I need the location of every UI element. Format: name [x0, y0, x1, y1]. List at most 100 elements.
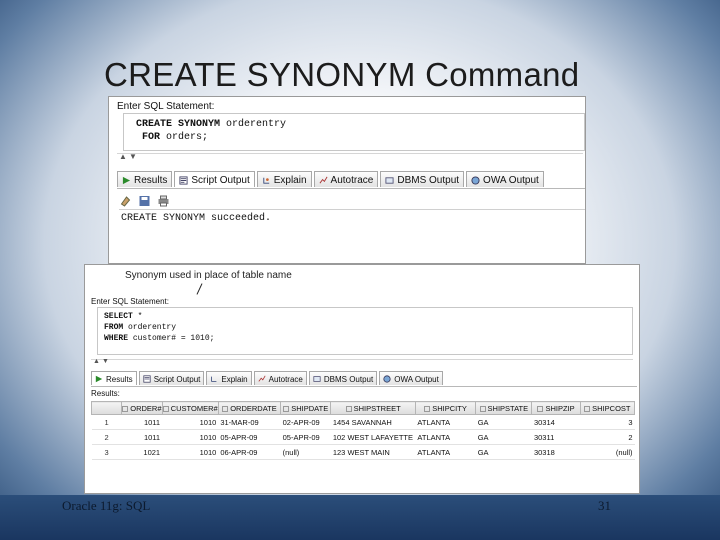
dbms-icon — [313, 375, 321, 383]
cell-shipzip[interactable]: 30311 — [532, 430, 580, 445]
print-icon[interactable] — [157, 195, 170, 207]
cell-shipdate[interactable]: 02-APR-09 — [281, 415, 331, 430]
cell-shipzip[interactable]: 30314 — [532, 415, 580, 430]
collapse-up-icon[interactable]: ▲ — [119, 152, 127, 161]
cell-customer[interactable]: 1010 — [162, 430, 218, 445]
sort-icon — [222, 406, 228, 412]
cell-shipcity[interactable]: ATLANTA — [415, 415, 475, 430]
cell-shipstate[interactable]: GA — [476, 445, 532, 460]
script-icon — [143, 375, 151, 383]
script-icon — [179, 176, 188, 185]
cell-orderdate[interactable]: 31-MAR-09 — [218, 415, 280, 430]
tab-owa-output[interactable]: OWA Output — [466, 171, 544, 187]
cell-shipdate[interactable]: (null) — [281, 445, 331, 460]
play-icon — [95, 375, 103, 383]
column-header[interactable]: SHIPZIP — [532, 402, 580, 415]
sort-icon — [537, 406, 543, 412]
cell-customer[interactable]: 1010 — [162, 445, 218, 460]
cell-shipstreet[interactable]: 123 WEST MAIN — [331, 445, 416, 460]
cell-orderdate[interactable]: 06-APR-09 — [218, 445, 280, 460]
save-icon[interactable] — [138, 195, 151, 207]
column-header[interactable]: SHIPSTREET — [331, 402, 416, 415]
tab-autotrace[interactable]: Autotrace — [254, 371, 307, 385]
collapse-up-icon[interactable]: ▲ — [93, 358, 100, 365]
cell-shipstreet[interactable]: 1454 SAVANNAH — [331, 415, 416, 430]
sort-icon — [424, 406, 430, 412]
results-label: Results: — [91, 389, 120, 398]
output-tabs: Results Script Output Explain Autotrace … — [117, 171, 585, 189]
table-row[interactable]: 1 1011 1010 31-MAR-09 02-APR-09 1454 SAV… — [92, 415, 635, 430]
select-synonym-screenshot: Synonym used in place of table name Ente… — [84, 264, 640, 494]
callout-pointer — [197, 283, 203, 294]
sql-editor[interactable]: CREATE SYNONYM orderentry FOR orders; — [123, 113, 585, 151]
splitter-bar[interactable]: ▲ ▼ — [91, 359, 633, 367]
cell-shipcost[interactable]: 2 — [580, 430, 634, 445]
tab-owa-output[interactable]: OWA Output — [379, 371, 443, 385]
tab-dbms-output[interactable]: DBMS Output — [380, 171, 464, 187]
slide-title: CREATE SYNONYM Command — [104, 56, 579, 94]
cell-shipcost[interactable]: (null) — [580, 445, 634, 460]
column-header[interactable]: SHIPDATE — [281, 402, 331, 415]
tab-results[interactable]: Results — [91, 371, 137, 385]
column-header[interactable]: CUSTOMER# — [162, 402, 218, 415]
cell-order[interactable]: 1011 — [122, 430, 162, 445]
table-row[interactable]: 2 1011 1010 05-APR-09 05-APR-09 102 WEST… — [92, 430, 635, 445]
tab-results[interactable]: Results — [117, 171, 172, 187]
cell-shipstreet[interactable]: 102 WEST LAFAYETTE — [331, 430, 416, 445]
sort-icon — [346, 406, 352, 412]
script-output-text: CREATE SYNONYM succeeded. — [119, 211, 585, 224]
column-header[interactable]: SHIPSTATE — [476, 402, 532, 415]
autotrace-icon — [258, 375, 266, 383]
table-row[interactable]: 3 1021 1010 06-APR-09 (null) 123 WEST MA… — [92, 445, 635, 460]
cell-shipstate[interactable]: GA — [476, 415, 532, 430]
cell-shipcity[interactable]: ATLANTA — [415, 445, 475, 460]
tab-explain[interactable]: Explain — [257, 171, 312, 187]
sort-icon — [283, 406, 289, 412]
cell-orderdate[interactable]: 05-APR-09 — [218, 430, 280, 445]
tab-dbms-output[interactable]: DBMS Output — [309, 371, 377, 385]
tab-script-output[interactable]: Script Output — [174, 171, 254, 187]
cell-order[interactable]: 1011 — [122, 415, 162, 430]
code-line: CREATE SYNONYM orderentry — [130, 118, 584, 131]
sort-icon — [584, 406, 590, 412]
create-synonym-screenshot: Enter SQL Statement: CREATE SYNONYM orde… — [108, 96, 586, 264]
footer-course-label: Oracle 11g: SQL — [62, 498, 150, 514]
sort-icon — [480, 406, 486, 412]
cell-shipdate[interactable]: 05-APR-09 — [281, 430, 331, 445]
sort-icon — [122, 406, 128, 412]
owa-icon — [383, 375, 391, 383]
tab-autotrace[interactable]: Autotrace — [314, 171, 379, 187]
column-header[interactable]: SHIPCOST — [580, 402, 634, 415]
code-line: FOR orders; — [130, 131, 584, 144]
cell-order[interactable]: 1021 — [122, 445, 162, 460]
output-tabs: Results Script Output Explain Autotrace … — [91, 371, 637, 387]
cell-shipcity[interactable]: ATLANTA — [415, 430, 475, 445]
sql-editor[interactable]: SELECT * FROM orderentry WHERE customer#… — [97, 307, 633, 355]
output-toolbar — [119, 192, 585, 210]
code-line: WHERE customer# = 1010; — [104, 333, 632, 344]
synonym-callout: Synonym used in place of table name — [125, 270, 292, 281]
column-header[interactable]: ORDER# — [122, 402, 162, 415]
grid-header-row: ORDER# CUSTOMER# ORDERDATE SHIPDATE SHIP… — [92, 402, 635, 415]
statement-label: Enter SQL Statement: — [91, 297, 169, 306]
cell-shipstate[interactable]: GA — [476, 430, 532, 445]
results-grid: ORDER# CUSTOMER# ORDERDATE SHIPDATE SHIP… — [91, 401, 635, 460]
explain-icon — [262, 176, 271, 185]
expand-down-icon[interactable]: ▼ — [102, 358, 109, 365]
cell-shipcost[interactable]: 3 — [580, 415, 634, 430]
column-header[interactable]: ORDERDATE — [218, 402, 280, 415]
row-number: 3 — [92, 445, 122, 460]
splitter-bar[interactable]: ▲ ▼ — [117, 153, 583, 163]
row-number: 2 — [92, 430, 122, 445]
eraser-icon[interactable] — [119, 195, 132, 207]
expand-down-icon[interactable]: ▼ — [129, 152, 137, 161]
statement-label: Enter SQL Statement: — [117, 101, 214, 112]
cell-shipzip[interactable]: 30318 — [532, 445, 580, 460]
tab-explain[interactable]: Explain — [206, 371, 251, 385]
column-header[interactable]: SHIPCITY — [415, 402, 475, 415]
tab-script-output[interactable]: Script Output — [139, 371, 205, 385]
slide-number: 31 — [598, 498, 611, 514]
play-icon — [122, 176, 131, 185]
cell-customer[interactable]: 1010 — [162, 415, 218, 430]
owa-icon — [471, 176, 480, 185]
